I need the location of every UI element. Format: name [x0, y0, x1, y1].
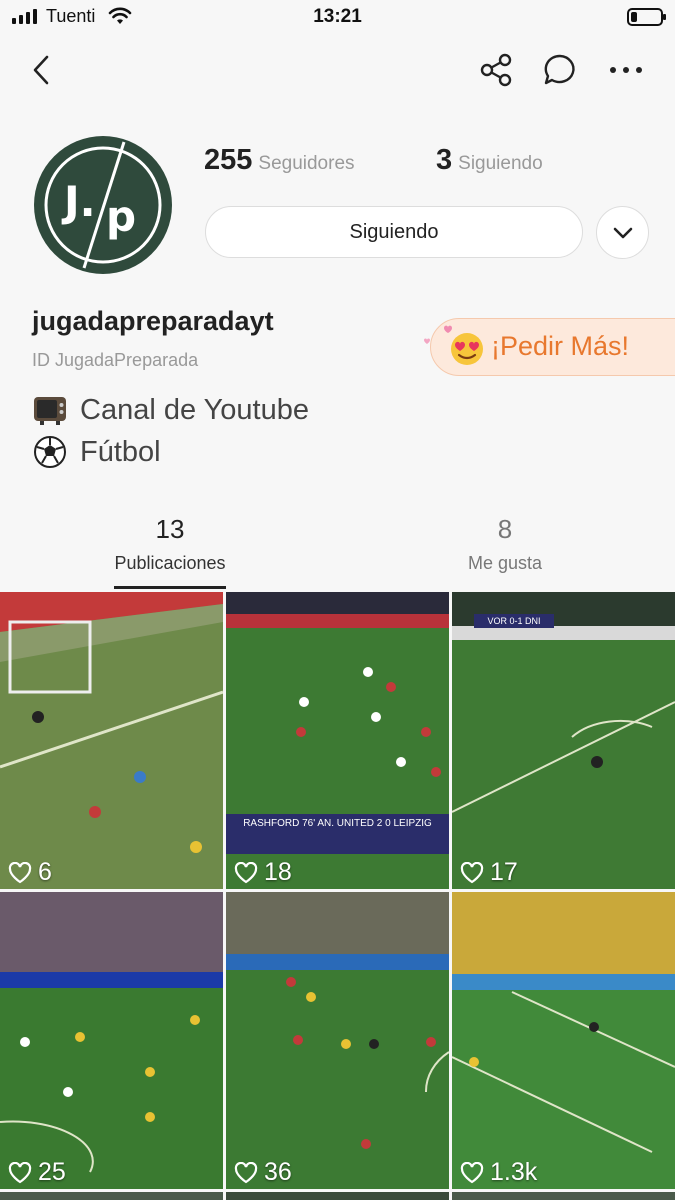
post-thumbnail[interactable] — [0, 1192, 223, 1200]
heart-icon — [460, 861, 484, 883]
post-likes-count: 17 — [490, 858, 518, 886]
post-image — [452, 892, 675, 1189]
battery-icon — [627, 8, 666, 26]
post-scoreboard: VOR 0-1 DNI — [474, 614, 554, 628]
svg-text:J.: J. — [61, 177, 96, 226]
heart-icon — [234, 861, 258, 883]
request-more-label: ¡Pedir Más! — [491, 331, 630, 361]
post-thumbnail[interactable]: 1.3k — [452, 892, 675, 1189]
status-bar: Tuenti 13:21 — [0, 0, 675, 34]
bio-text-1: Canal de Youtube — [80, 393, 309, 426]
heart-icon — [8, 861, 32, 883]
soccer-ball-icon — [32, 435, 68, 469]
back-icon[interactable] — [22, 50, 62, 90]
post-thumbnail[interactable]: RASHFORD 76' AN. UNITED 2 0 LEIPZIG 18 — [226, 592, 449, 889]
following-stat[interactable]: 3 Siguiendo — [436, 144, 543, 177]
post-likes: 25 — [8, 1158, 66, 1187]
tab-count: 13 — [155, 514, 185, 544]
post-thumbnail[interactable]: VOR 0-1 DNI 17 — [452, 592, 675, 889]
tab-count: 8 — [497, 514, 513, 544]
followers-label: Seguidores — [258, 153, 355, 174]
post-image — [0, 592, 223, 889]
bio-line-2: Fútbol — [32, 435, 161, 469]
active-tab-indicator — [114, 586, 226, 589]
post-thumbnail[interactable] — [452, 1192, 675, 1200]
share-icon[interactable] — [476, 50, 516, 90]
post-image — [226, 892, 449, 1189]
heart-icon — [8, 1161, 32, 1183]
followers-stat[interactable]: 255 Seguidores — [204, 144, 355, 177]
heart-icon — [234, 1161, 258, 1183]
post-likes: 17 — [460, 858, 518, 887]
tab-publicaciones[interactable]: 13 Publicaciones — [70, 514, 270, 574]
bio-line-1: Canal de Youtube — [32, 393, 309, 427]
nav-bar — [0, 40, 675, 100]
post-scoreboard: RASHFORD 76' AN. UNITED 2 0 LEIPZIG — [243, 818, 432, 829]
request-more-button[interactable]: ¡Pedir Más! — [430, 318, 675, 376]
floating-hearts-icon — [424, 325, 452, 344]
post-likes-count: 25 — [38, 1158, 66, 1186]
bio-text-2: Fútbol — [80, 435, 161, 468]
chat-icon[interactable] — [540, 50, 580, 90]
post-likes: 6 — [8, 858, 52, 887]
post-thumbnail[interactable]: 25 — [0, 892, 223, 1189]
clock: 13:21 — [313, 6, 362, 27]
post-likes: 36 — [234, 1158, 292, 1187]
post-image — [226, 592, 449, 889]
post-thumbnail[interactable] — [226, 1192, 449, 1200]
user-id: ID JugadaPreparada — [32, 350, 199, 370]
heart-icon — [460, 1161, 484, 1183]
post-thumbnail[interactable]: 6 — [0, 592, 223, 889]
post-image — [452, 592, 675, 889]
post-image — [0, 892, 223, 1189]
post-likes: 1.3k — [460, 1158, 537, 1187]
post-likes-count: 36 — [264, 1158, 292, 1186]
post-likes-count: 6 — [38, 858, 52, 886]
avatar[interactable]: J. p — [34, 136, 172, 274]
post-likes: 18 — [234, 858, 292, 887]
tab-label: Publicaciones — [114, 553, 226, 573]
more-icon[interactable] — [606, 50, 646, 90]
tv-icon — [32, 393, 68, 427]
followers-count: 255 — [204, 144, 253, 176]
chevron-down-icon — [613, 227, 632, 238]
post-thumbnail[interactable]: 36 — [226, 892, 449, 1189]
svg-text:p: p — [106, 192, 136, 241]
username: jugadapreparadayt — [32, 306, 274, 336]
tab-label: Me gusta — [467, 553, 543, 573]
post-likes-count: 1.3k — [490, 1158, 538, 1186]
following-count: 3 — [436, 144, 453, 176]
suggestions-dropdown-button[interactable] — [596, 206, 649, 259]
tab-me-gusta[interactable]: 8 Me gusta — [405, 514, 605, 574]
following-button[interactable]: Siguiendo — [205, 206, 583, 258]
post-likes-count: 18 — [264, 858, 292, 886]
following-label: Siguiendo — [458, 153, 543, 174]
